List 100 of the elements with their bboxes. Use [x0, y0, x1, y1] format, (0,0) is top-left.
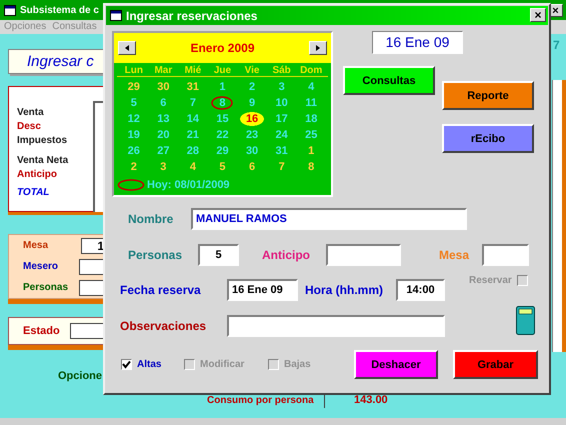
calendar-day[interactable]: 4: [178, 159, 208, 175]
status-label: Estado: [23, 325, 60, 337]
month-title: Enero 2009: [190, 41, 255, 55]
calendar-day[interactable]: 5: [119, 95, 149, 111]
previous-month-button[interactable]: [118, 41, 136, 55]
calendar-day[interactable]: 27: [148, 143, 178, 159]
calendar-day[interactable]: 19: [119, 127, 149, 143]
consult-button[interactable]: Consultas: [343, 66, 435, 95]
header-field: Ingresar c: [8, 49, 105, 74]
report-button[interactable]: Reporte: [442, 81, 534, 110]
close-button[interactable]: ×: [530, 8, 546, 22]
time-field[interactable]: 14:00: [396, 279, 445, 301]
calendar-day[interactable]: 10: [266, 95, 296, 111]
calendar-day[interactable]: 17: [266, 111, 296, 127]
reserve-label: Reservar: [469, 275, 512, 286]
panel-label: Mesero: [23, 261, 60, 272]
table-field[interactable]: [482, 244, 529, 266]
calendar-day[interactable]: 16: [237, 111, 267, 127]
calendar-day[interactable]: 28: [178, 143, 208, 159]
input-field[interactable]: [70, 323, 104, 339]
total-label: Anticipo: [17, 168, 58, 182]
save-button[interactable]: Grabar: [453, 350, 538, 379]
window-title: Subsistema de c: [20, 4, 99, 16]
notes-field[interactable]: [227, 315, 445, 337]
weekday-label: Sáb: [271, 65, 292, 76]
people-label: Personas: [128, 248, 184, 262]
mode-label: Bajas: [284, 359, 311, 370]
total-label: Venta: [17, 106, 45, 120]
calendar-day[interactable]: 2: [237, 79, 267, 95]
calendar-day[interactable]: 2: [119, 159, 149, 175]
date-label: Fecha reserva: [120, 283, 202, 297]
panel-label: Mesa: [23, 240, 50, 251]
name-label: Nombre: [128, 212, 174, 226]
calendar-day[interactable]: 9: [237, 95, 267, 111]
calendar-day[interactable]: 3: [148, 159, 178, 175]
undo-button[interactable]: Deshacer: [354, 350, 438, 379]
time-label: Hora (hh.mm): [305, 283, 384, 297]
calculator-icon[interactable]: [516, 306, 535, 334]
calendar-day[interactable]: 6: [148, 95, 178, 111]
options-label: Opcione: [58, 370, 104, 382]
date-field[interactable]: 16 Ene 09: [227, 279, 298, 301]
calendar-day[interactable]: 30: [237, 143, 267, 159]
calendar-day[interactable]: 4: [296, 79, 326, 95]
mode-label: Modificar: [200, 359, 244, 370]
total-label: Desc: [17, 120, 42, 134]
date-field[interactable]: 16 Ene 09: [372, 31, 463, 54]
calendar-day[interactable]: 22: [208, 127, 238, 143]
weekday-label: Vie: [244, 65, 260, 76]
calendar-day[interactable]: 7: [178, 95, 208, 111]
panel-label: Personas: [23, 282, 70, 293]
calendar-day[interactable]: 20: [148, 127, 178, 143]
calendar-day[interactable]: 15: [208, 111, 238, 127]
calendar-day[interactable]: 6: [237, 159, 267, 175]
calendar-day[interactable]: 18: [296, 111, 326, 127]
weekday-label: Jue: [212, 65, 232, 76]
calendar-day[interactable]: 29: [208, 143, 238, 159]
calendar-day[interactable]: 3: [266, 79, 296, 95]
calendar-day[interactable]: 1: [208, 79, 238, 95]
name-field[interactable]: MANUEL RAMOS: [191, 208, 467, 230]
weekday-label: Lun: [124, 65, 144, 76]
window-icon: [4, 4, 16, 16]
checkbox[interactable]: [121, 359, 132, 370]
calendar-day[interactable]: 25: [296, 127, 326, 143]
today-label[interactable]: Hoy: 08/01/2009: [147, 179, 230, 191]
input-field[interactable]: 1: [81, 238, 104, 254]
calendar-day[interactable]: 8: [296, 159, 326, 175]
calendar-day[interactable]: 1: [296, 143, 326, 159]
table-label: Mesa: [439, 248, 470, 262]
calendar-day[interactable]: 24: [266, 127, 296, 143]
calendar-day[interactable]: 30: [148, 79, 178, 95]
weekday-label: Dom: [299, 65, 324, 76]
value-text: 7: [553, 38, 560, 52]
input-field[interactable]: [79, 258, 104, 274]
calendar-day[interactable]: 21: [178, 127, 208, 143]
weekday-label: Mié: [184, 65, 202, 76]
calendar-day[interactable]: 23: [237, 127, 267, 143]
calendar-day[interactable]: 13: [148, 111, 178, 127]
calendar-day[interactable]: 11: [296, 95, 326, 111]
calendar-day[interactable]: 31: [178, 79, 208, 95]
deposit-field[interactable]: [326, 244, 401, 266]
calendar-day[interactable]: 29: [119, 79, 149, 95]
left-triangle-icon: [125, 45, 129, 51]
dialog-title: Ingresar reservaciones: [126, 8, 258, 22]
calendar-day[interactable]: 5: [208, 159, 238, 175]
right-triangle-icon: [316, 45, 320, 51]
calendar-day[interactable]: 12: [119, 111, 149, 127]
calendar-day[interactable]: 31: [266, 143, 296, 159]
people-field[interactable]: 5: [198, 244, 239, 266]
today-circle-icon: [211, 96, 234, 110]
calendar-day[interactable]: 14: [178, 111, 208, 127]
notes-label: Observaciones: [120, 319, 208, 333]
calendar-day[interactable]: 8: [208, 95, 238, 111]
total-label: TOTAL: [17, 186, 50, 200]
per-person-label: Consumo por persona: [207, 395, 314, 406]
today-circle-icon: [117, 179, 145, 191]
next-month-button[interactable]: [308, 41, 327, 55]
input-field[interactable]: [79, 280, 104, 296]
calendar-day[interactable]: 7: [266, 159, 296, 175]
receipt-button[interactable]: rEcibo: [442, 124, 534, 153]
calendar-day[interactable]: 26: [119, 143, 149, 159]
